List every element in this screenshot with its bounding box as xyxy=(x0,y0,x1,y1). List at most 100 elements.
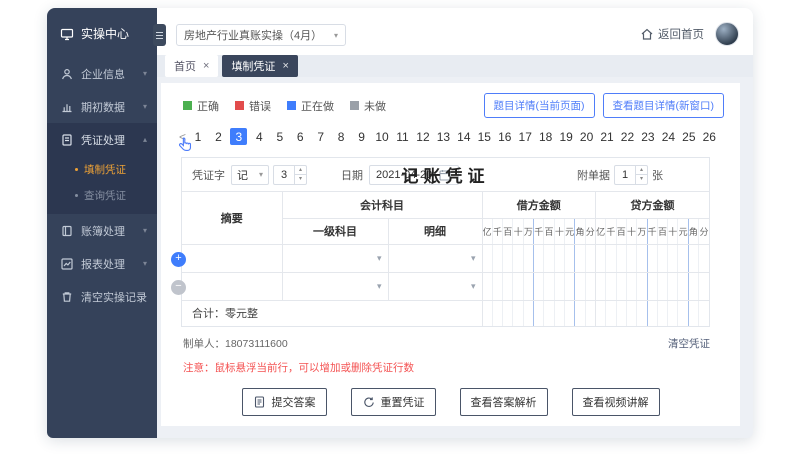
credit-digit-cell[interactable] xyxy=(677,243,689,273)
sidebar-subitem-fill-voucher[interactable]: 填制凭证 xyxy=(47,156,157,182)
page-number[interactable]: 14 xyxy=(455,128,472,145)
debit-digit-cell[interactable] xyxy=(502,243,514,273)
detail-subject-select[interactable]: ▾ xyxy=(387,271,483,301)
page-number[interactable]: 21 xyxy=(599,128,616,145)
credit-digit-cell[interactable] xyxy=(656,243,669,273)
date-input[interactable]: 2021-04-20 xyxy=(369,164,460,185)
page-number[interactable]: 11 xyxy=(394,128,411,145)
debit-digit-cell[interactable] xyxy=(584,271,596,301)
page-number[interactable]: 1 xyxy=(189,128,206,145)
debit-digit-cell[interactable] xyxy=(491,243,504,273)
question-detail-current-button[interactable]: 题目详情(当前页面) xyxy=(483,93,595,118)
sidebar-item-clear-records[interactable]: 清空实操记录 xyxy=(47,280,157,313)
page-number[interactable]: 16 xyxy=(496,128,513,145)
page-number[interactable]: 18 xyxy=(537,128,554,145)
sidebar-item-report-processing[interactable]: 报表处理 ▾ xyxy=(47,247,157,280)
sidebar-item-company-info[interactable]: 企业信息 ▾ xyxy=(47,57,157,90)
add-row-button[interactable]: + xyxy=(171,252,186,267)
debit-digit-cell[interactable] xyxy=(563,243,576,273)
credit-digit-cell[interactable] xyxy=(698,271,710,301)
debit-digit-cell[interactable] xyxy=(512,271,524,301)
sidebar-collapse-button[interactable] xyxy=(153,24,166,46)
page-number[interactable]: 23 xyxy=(639,128,656,145)
remove-row-button[interactable]: − xyxy=(171,280,186,295)
credit-digit-cell[interactable] xyxy=(594,243,607,273)
sidebar-brand[interactable]: 实操中心 xyxy=(47,8,157,57)
stepper-down-icon[interactable]: ▾ xyxy=(295,175,306,184)
debit-digit-cell[interactable] xyxy=(522,243,535,273)
page-number[interactable]: 5 xyxy=(271,128,288,145)
page-number[interactable]: 13 xyxy=(435,128,452,145)
credit-digit-cell[interactable] xyxy=(615,243,627,273)
page-number[interactable]: 6 xyxy=(292,128,309,145)
credit-digit-cell[interactable] xyxy=(605,271,617,301)
view-video-explanation-button[interactable]: 查看视频讲解 xyxy=(571,388,660,416)
user-avatar[interactable] xyxy=(715,22,739,46)
debit-digit-cell[interactable] xyxy=(543,243,555,273)
stepper-up-icon[interactable]: ▴ xyxy=(295,166,306,175)
summary-input-cell[interactable] xyxy=(181,271,283,301)
credit-digit-cell[interactable] xyxy=(594,271,607,301)
debit-digit-cell[interactable] xyxy=(491,271,504,301)
view-answer-analysis-button[interactable]: 查看答案解析 xyxy=(459,388,548,416)
debit-digit-cell[interactable] xyxy=(553,243,566,273)
voucher-number-stepper[interactable]: 3 ▴ ▾ xyxy=(273,164,307,185)
attach-stepper[interactable]: 1 ▴ ▾ xyxy=(614,164,648,185)
debit-digit-cell[interactable] xyxy=(553,271,566,301)
credit-digit-cell[interactable] xyxy=(605,243,617,273)
credit-digit-cell[interactable] xyxy=(687,271,700,301)
debit-digit-cell[interactable] xyxy=(533,271,545,301)
tab-home[interactable]: 首页 × xyxy=(165,55,219,77)
close-icon[interactable]: × xyxy=(203,60,209,72)
credit-digit-cell[interactable] xyxy=(646,243,658,273)
page-number[interactable]: 2 xyxy=(210,128,227,145)
page-number[interactable]: 12 xyxy=(414,128,431,145)
credit-digit-cell[interactable] xyxy=(698,243,710,273)
tab-fill-voucher[interactable]: 填制凭证 × xyxy=(222,55,298,77)
page-number[interactable]: 26 xyxy=(701,128,718,145)
debit-digit-cell[interactable] xyxy=(512,243,524,273)
level1-subject-select[interactable]: ▾ xyxy=(281,243,389,273)
page-number[interactable]: 9 xyxy=(353,128,370,145)
page-number[interactable]: 24 xyxy=(660,128,677,145)
stepper-down-icon[interactable]: ▾ xyxy=(636,175,647,184)
back-home-link[interactable]: 返回首页 xyxy=(640,26,704,42)
page-number[interactable]: 10 xyxy=(374,128,391,145)
credit-digit-cell[interactable] xyxy=(625,243,638,273)
credit-digit-cell[interactable] xyxy=(667,271,679,301)
submit-answer-button[interactable]: 提交答案 xyxy=(241,388,327,416)
page-number[interactable]: 15 xyxy=(476,128,493,145)
debit-digit-cell[interactable] xyxy=(533,243,545,273)
level1-subject-select[interactable]: ▾ xyxy=(281,271,389,301)
pagination-prev-icon[interactable]: < xyxy=(179,130,186,144)
page-number[interactable]: 17 xyxy=(517,128,534,145)
debit-digit-cell[interactable] xyxy=(563,271,576,301)
page-number[interactable]: 7 xyxy=(312,128,329,145)
debit-digit-cell[interactable] xyxy=(481,271,493,301)
credit-digit-cell[interactable] xyxy=(677,271,689,301)
question-detail-newwindow-button[interactable]: 查看题目详情(新窗口) xyxy=(602,93,724,118)
debit-digit-cell[interactable] xyxy=(522,271,535,301)
sidebar-item-opening-data[interactable]: 期初数据 ▾ xyxy=(47,90,157,123)
page-number-active[interactable]: 3 xyxy=(230,128,248,145)
page-number[interactable]: 19 xyxy=(558,128,575,145)
credit-digit-cell[interactable] xyxy=(636,243,648,273)
credit-digit-cell[interactable] xyxy=(636,271,648,301)
page-number[interactable]: 4 xyxy=(251,128,268,145)
debit-digit-cell[interactable] xyxy=(543,271,555,301)
summary-input-cell[interactable] xyxy=(181,243,283,273)
sidebar-item-books-processing[interactable]: 账簿处理 ▾ xyxy=(47,214,157,247)
credit-digit-cell[interactable] xyxy=(615,271,627,301)
debit-digit-cell[interactable] xyxy=(584,243,596,273)
page-number[interactable]: 8 xyxy=(333,128,350,145)
debit-digit-cell[interactable] xyxy=(502,271,514,301)
page-number[interactable]: 22 xyxy=(619,128,636,145)
course-select[interactable]: 房地产行业真账实操（4月） ▾ xyxy=(176,24,346,46)
voucher-word-select[interactable]: 记 ▾ xyxy=(231,164,269,185)
debit-digit-cell[interactable] xyxy=(481,243,493,273)
credit-digit-cell[interactable] xyxy=(687,243,700,273)
credit-digit-cell[interactable] xyxy=(646,271,658,301)
debit-digit-cell[interactable] xyxy=(574,271,586,301)
credit-digit-cell[interactable] xyxy=(625,271,638,301)
debit-digit-cell[interactable] xyxy=(574,243,586,273)
